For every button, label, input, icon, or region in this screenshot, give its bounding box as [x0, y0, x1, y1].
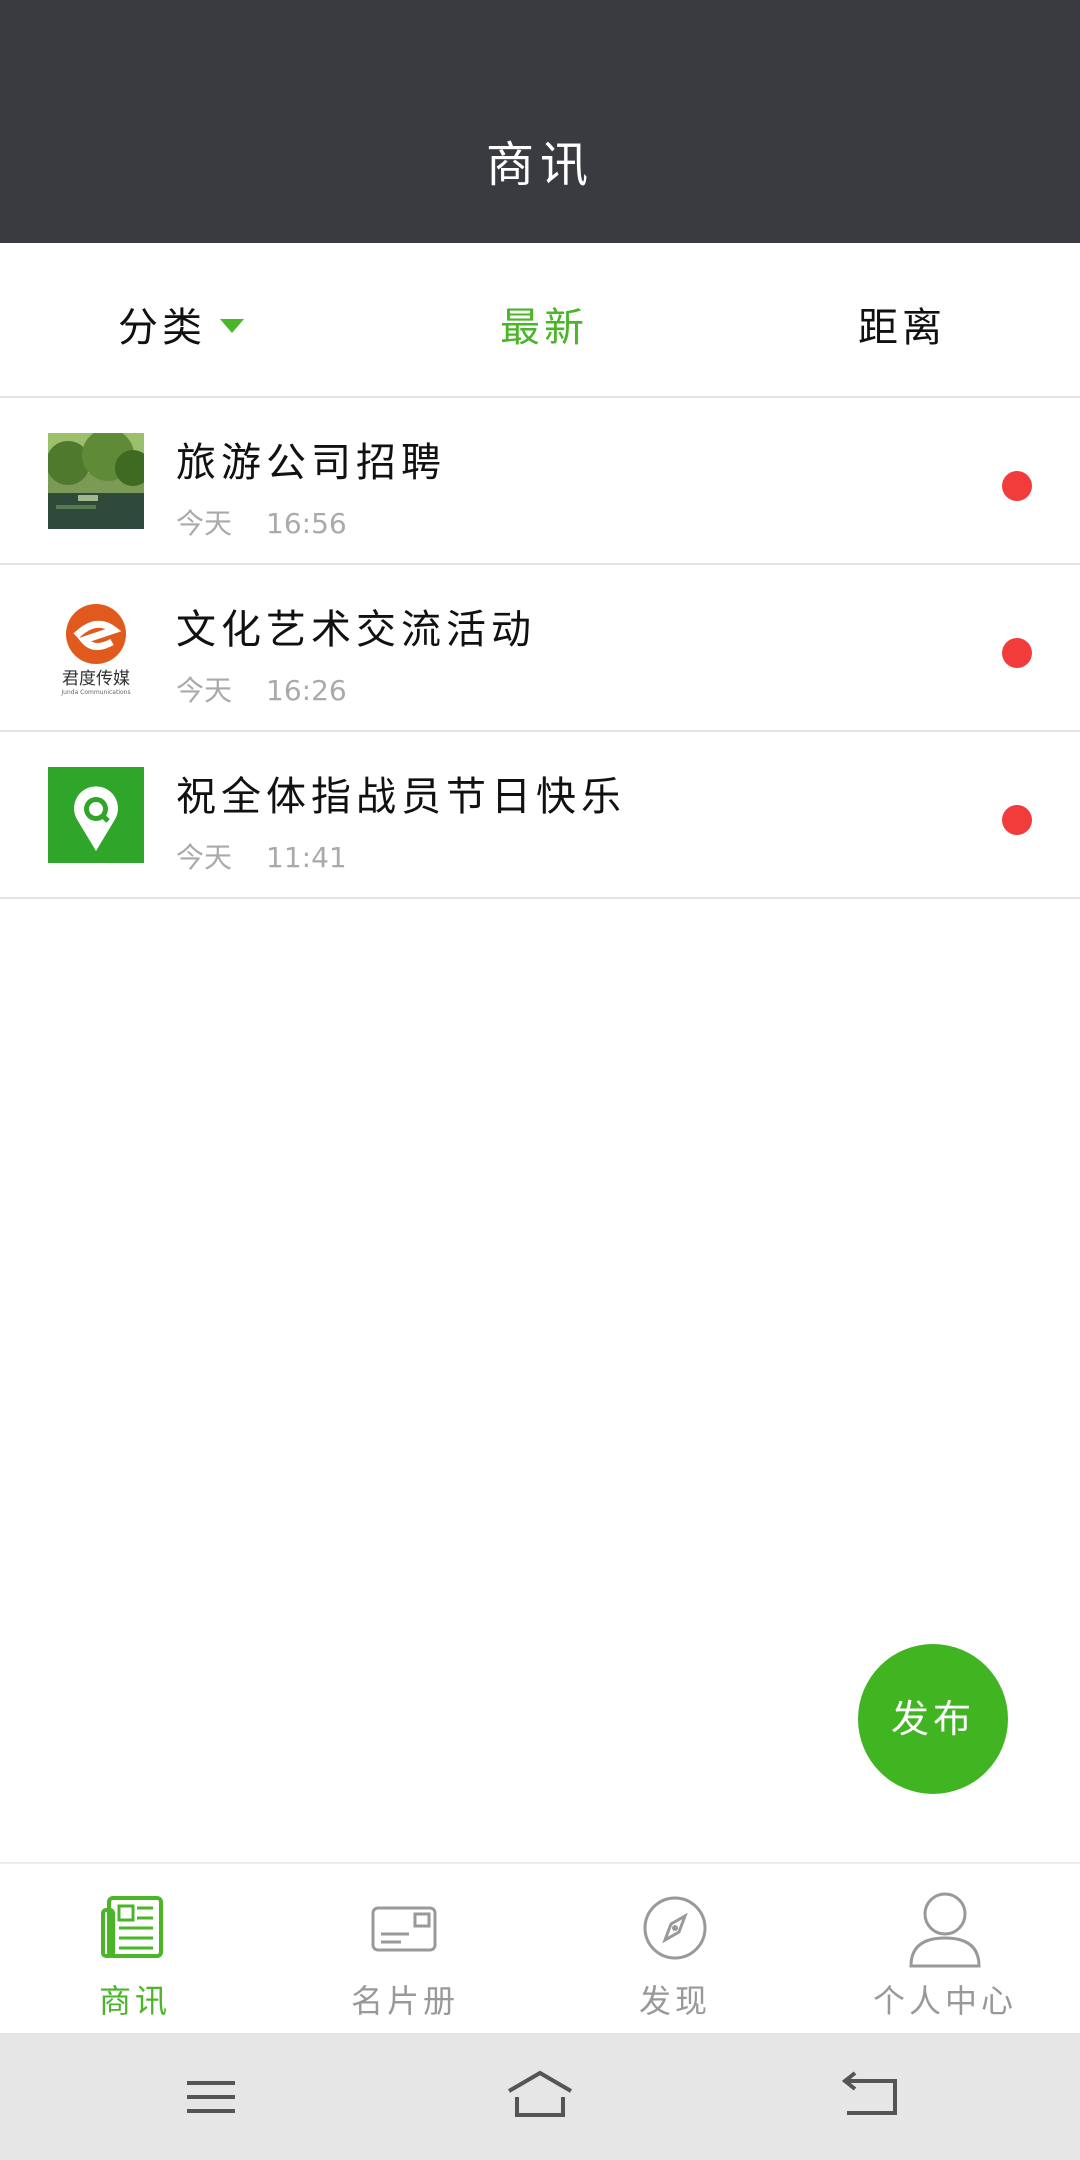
- tab-profile[interactable]: 个人中心: [810, 1864, 1080, 2035]
- tab-news[interactable]: 商讯: [0, 1864, 270, 2035]
- brand-logo-text: 君度传媒: [62, 669, 130, 689]
- newspaper-icon: [101, 1896, 163, 1958]
- back-icon: [841, 2071, 897, 2115]
- home-button[interactable]: [495, 2063, 585, 2133]
- brand-logo-subtext: Junda Communications: [60, 689, 130, 696]
- item-title: 祝全体指战员节日快乐: [176, 774, 626, 820]
- list-item[interactable]: 祝全体指战员节日快乐 今天 11:41: [0, 732, 1080, 899]
- card-icon: [371, 1906, 437, 1952]
- item-time: 16:26: [266, 674, 347, 707]
- item-day: 今天: [176, 841, 233, 874]
- compass-icon: [643, 1896, 707, 1960]
- unread-dot: [1002, 638, 1032, 668]
- unread-dot: [1002, 805, 1032, 835]
- caret-down-icon: [220, 319, 244, 333]
- list-item[interactable]: 君度传媒 Junda Communications 文化艺术交流活动 今天 16:…: [0, 565, 1080, 732]
- publish-button[interactable]: 发布: [858, 1644, 1008, 1794]
- tab-discover-label: 发现: [638, 1982, 711, 2020]
- tab-discover[interactable]: 发现: [540, 1864, 810, 2035]
- item-day: 今天: [176, 507, 233, 540]
- item-time: 16:56: [266, 507, 347, 540]
- category-filter-label: 分类: [118, 305, 206, 351]
- latest-filter-tab[interactable]: 最新: [500, 295, 588, 353]
- home-icon: [507, 2070, 573, 2117]
- landscape-thumbnail: [48, 433, 144, 529]
- menu-button[interactable]: [165, 2063, 255, 2133]
- item-title: 旅游公司招聘: [176, 440, 446, 486]
- tab-profile-label: 个人中心: [872, 1982, 1017, 2020]
- tab-card-book[interactable]: 名片册: [270, 1864, 540, 2035]
- distance-filter-tab[interactable]: 距离: [858, 295, 946, 353]
- item-time: 11:41: [266, 841, 347, 874]
- brand-logo-thumbnail: 君度传媒 Junda Communications: [48, 600, 144, 696]
- item-title: 文化艺术交流活动: [176, 607, 536, 653]
- list-item[interactable]: 旅游公司招聘 今天 16:56: [0, 398, 1080, 565]
- item-day: 今天: [176, 674, 233, 707]
- system-nav-bar: [0, 2033, 1080, 2160]
- item-meta: 今天 16:26: [176, 669, 381, 709]
- back-button[interactable]: [825, 2063, 915, 2133]
- news-list: 旅游公司招聘 今天 16:56 君度传媒 Junda Communications…: [0, 398, 1080, 899]
- filter-bar: 分类 最新 距离: [0, 243, 1080, 398]
- tab-news-label: 商讯: [98, 1982, 171, 2020]
- category-filter-button[interactable]: 分类: [118, 295, 244, 353]
- person-icon: [909, 1892, 981, 1968]
- unread-dot: [1002, 471, 1032, 501]
- bottom-tab-bar: 商讯 名片册 发现 个人中心: [0, 1862, 1080, 2035]
- menu-icon: [187, 2081, 235, 2113]
- page-title: 商讯: [485, 137, 594, 193]
- top-header: 商讯: [0, 0, 1080, 243]
- location-logo-thumbnail: [48, 767, 144, 863]
- tab-card-book-label: 名片册: [350, 1982, 459, 2020]
- item-meta: 今天 11:41: [176, 836, 381, 876]
- item-meta: 今天 16:56: [176, 502, 381, 542]
